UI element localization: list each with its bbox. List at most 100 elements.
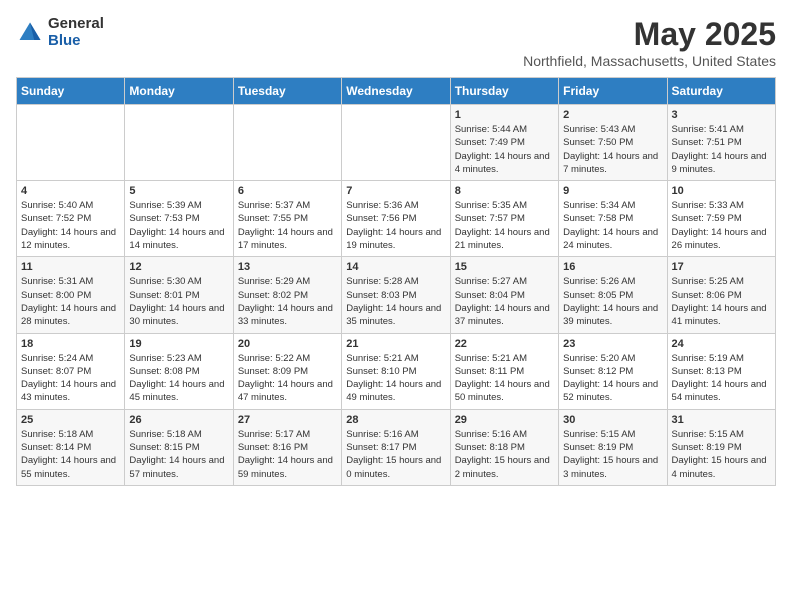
day-info: Sunrise: 5:35 AM Sunset: 7:57 PM Dayligh… xyxy=(455,199,554,252)
day-cell-22: 22Sunrise: 5:21 AM Sunset: 8:11 PM Dayli… xyxy=(450,333,558,409)
day-cell-5: 5 Sunrise: 5:39 AM Sunset: 7:53 PM Daylig… xyxy=(125,181,233,257)
day-info: Sunrise: 5:29 AM Sunset: 8:02 PM Dayligh… xyxy=(238,275,337,328)
day-cell-31: 31Sunrise: 5:15 AM Sunset: 8:19 PM Dayli… xyxy=(667,409,775,485)
day-number: 28 xyxy=(346,414,445,426)
day-cell-8: 8Sunrise: 5:35 AM Sunset: 7:57 PM Daylig… xyxy=(450,181,558,257)
day-cell-2: 2Sunrise: 5:43 AM Sunset: 7:50 PM Daylig… xyxy=(559,105,667,181)
day-number: 5 xyxy=(129,185,228,197)
day-info: Sunrise: 5:15 AM Sunset: 8:19 PM Dayligh… xyxy=(563,428,662,481)
day-info: Sunrise: 5:18 AM Sunset: 8:14 PM Dayligh… xyxy=(21,428,120,481)
day-cell-6: 6 Sunrise: 5:37 AM Sunset: 7:55 PM Daylig… xyxy=(233,181,341,257)
day-cell-23: 23 Sunrise: 5:20 AM Sunset: 8:12 PM Dayli… xyxy=(559,333,667,409)
day-number: 27 xyxy=(238,414,337,426)
weekday-header-tuesday: Tuesday xyxy=(233,78,341,105)
day-cell-30: 30 Sunrise: 5:15 AM Sunset: 8:19 PM Dayli… xyxy=(559,409,667,485)
logo-text: General Blue xyxy=(48,16,104,49)
day-info: Sunrise: 5:31 AM Sunset: 8:00 PM Dayligh… xyxy=(21,275,120,328)
location-text: Northfield, Massachusetts, United States xyxy=(523,53,776,69)
day-cell-16: 16 Sunrise: 5:26 AM Sunset: 8:05 PM Dayli… xyxy=(559,257,667,333)
weekday-header-sunday: Sunday xyxy=(17,78,125,105)
day-cell-27: 27 Sunrise: 5:17 AM Sunset: 8:16 PM Dayli… xyxy=(233,409,341,485)
day-info: Sunrise: 5:21 AM Sunset: 8:10 PM Dayligh… xyxy=(346,352,445,405)
day-info: Sunrise: 5:27 AM Sunset: 8:04 PM Dayligh… xyxy=(455,275,554,328)
day-info: Sunrise: 5:23 AM Sunset: 8:08 PM Dayligh… xyxy=(129,352,228,405)
empty-cell xyxy=(17,105,125,181)
day-cell-15: 15Sunrise: 5:27 AM Sunset: 8:04 PM Dayli… xyxy=(450,257,558,333)
day-number: 25 xyxy=(21,414,120,426)
day-number: 24 xyxy=(672,338,771,350)
day-cell-12: 12Sunrise: 5:30 AM Sunset: 8:01 PM Dayli… xyxy=(125,257,233,333)
week-row-4: 18 Sunrise: 5:24 AM Sunset: 8:07 PM Dayli… xyxy=(17,333,776,409)
day-number: 3 xyxy=(672,109,771,121)
day-cell-19: 19 Sunrise: 5:23 AM Sunset: 8:08 PM Dayli… xyxy=(125,333,233,409)
day-number: 23 xyxy=(563,338,662,350)
day-number: 9 xyxy=(563,185,662,197)
day-number: 30 xyxy=(563,414,662,426)
day-cell-11: 11 Sunrise: 5:31 AM Sunset: 8:00 PM Dayli… xyxy=(17,257,125,333)
day-info: Sunrise: 5:40 AM Sunset: 7:52 PM Dayligh… xyxy=(21,199,120,252)
day-info: Sunrise: 5:22 AM Sunset: 8:09 PM Dayligh… xyxy=(238,352,337,405)
day-cell-3: 3 Sunrise: 5:41 AM Sunset: 7:51 PM Daylig… xyxy=(667,105,775,181)
day-cell-29: 29Sunrise: 5:16 AM Sunset: 8:18 PM Dayli… xyxy=(450,409,558,485)
day-info: Sunrise: 5:15 AM Sunset: 8:19 PM Dayligh… xyxy=(672,428,771,481)
day-number: 18 xyxy=(21,338,120,350)
day-number: 19 xyxy=(129,338,228,350)
day-info: Sunrise: 5:26 AM Sunset: 8:05 PM Dayligh… xyxy=(563,275,662,328)
logo-general-text: General xyxy=(48,16,104,33)
day-number: 7 xyxy=(346,185,445,197)
month-title: May 2025 xyxy=(523,16,776,53)
day-info: Sunrise: 5:39 AM Sunset: 7:53 PM Dayligh… xyxy=(129,199,228,252)
day-info: Sunrise: 5:16 AM Sunset: 8:17 PM Dayligh… xyxy=(346,428,445,481)
week-row-2: 4Sunrise: 5:40 AM Sunset: 7:52 PM Daylig… xyxy=(17,181,776,257)
day-cell-21: 21 Sunrise: 5:21 AM Sunset: 8:10 PM Dayli… xyxy=(342,333,450,409)
day-info: Sunrise: 5:16 AM Sunset: 8:18 PM Dayligh… xyxy=(455,428,554,481)
day-info: Sunrise: 5:17 AM Sunset: 8:16 PM Dayligh… xyxy=(238,428,337,481)
day-number: 14 xyxy=(346,261,445,273)
day-number: 6 xyxy=(238,185,337,197)
page-header: General Blue May 2025 Northfield, Massac… xyxy=(16,16,776,69)
day-number: 20 xyxy=(238,338,337,350)
day-info: Sunrise: 5:19 AM Sunset: 8:13 PM Dayligh… xyxy=(672,352,771,405)
day-number: 17 xyxy=(672,261,771,273)
day-info: Sunrise: 5:28 AM Sunset: 8:03 PM Dayligh… xyxy=(346,275,445,328)
day-number: 26 xyxy=(129,414,228,426)
logo-blue-text: Blue xyxy=(48,33,104,50)
calendar-header: SundayMondayTuesdayWednesdayThursdayFrid… xyxy=(17,78,776,105)
weekday-header-saturday: Saturday xyxy=(667,78,775,105)
weekday-header-monday: Monday xyxy=(125,78,233,105)
day-cell-26: 26 Sunrise: 5:18 AM Sunset: 8:15 PM Dayli… xyxy=(125,409,233,485)
day-info: Sunrise: 5:25 AM Sunset: 8:06 PM Dayligh… xyxy=(672,275,771,328)
day-number: 11 xyxy=(21,261,120,273)
day-number: 12 xyxy=(129,261,228,273)
weekday-header-wednesday: Wednesday xyxy=(342,78,450,105)
day-cell-9: 9 Sunrise: 5:34 AM Sunset: 7:58 PM Daylig… xyxy=(559,181,667,257)
day-info: Sunrise: 5:24 AM Sunset: 8:07 PM Dayligh… xyxy=(21,352,120,405)
weekday-header-thursday: Thursday xyxy=(450,78,558,105)
day-number: 10 xyxy=(672,185,771,197)
day-cell-24: 24 Sunrise: 5:19 AM Sunset: 8:13 PM Dayli… xyxy=(667,333,775,409)
day-info: Sunrise: 5:37 AM Sunset: 7:55 PM Dayligh… xyxy=(238,199,337,252)
day-cell-28: 28 Sunrise: 5:16 AM Sunset: 8:17 PM Dayli… xyxy=(342,409,450,485)
empty-cell xyxy=(233,105,341,181)
day-cell-17: 17 Sunrise: 5:25 AM Sunset: 8:06 PM Dayli… xyxy=(667,257,775,333)
day-number: 22 xyxy=(455,338,554,350)
day-info: Sunrise: 5:18 AM Sunset: 8:15 PM Dayligh… xyxy=(129,428,228,481)
day-info: Sunrise: 5:36 AM Sunset: 7:56 PM Dayligh… xyxy=(346,199,445,252)
day-number: 1 xyxy=(455,109,554,121)
calendar-table: SundayMondayTuesdayWednesdayThursdayFrid… xyxy=(16,77,776,486)
empty-cell xyxy=(342,105,450,181)
day-number: 16 xyxy=(563,261,662,273)
day-cell-1: 1 Sunrise: 5:44 AM Sunset: 7:49 PM Daylig… xyxy=(450,105,558,181)
logo-icon xyxy=(16,19,44,47)
empty-cell xyxy=(125,105,233,181)
day-info: Sunrise: 5:20 AM Sunset: 8:12 PM Dayligh… xyxy=(563,352,662,405)
weekday-header-row: SundayMondayTuesdayWednesdayThursdayFrid… xyxy=(17,78,776,105)
day-cell-14: 14 Sunrise: 5:28 AM Sunset: 8:03 PM Dayli… xyxy=(342,257,450,333)
day-info: Sunrise: 5:44 AM Sunset: 7:49 PM Dayligh… xyxy=(455,123,554,176)
day-info: Sunrise: 5:41 AM Sunset: 7:51 PM Dayligh… xyxy=(672,123,771,176)
day-number: 21 xyxy=(346,338,445,350)
weekday-header-friday: Friday xyxy=(559,78,667,105)
logo: General Blue xyxy=(16,16,104,49)
day-info: Sunrise: 5:34 AM Sunset: 7:58 PM Dayligh… xyxy=(563,199,662,252)
calendar-body: 1 Sunrise: 5:44 AM Sunset: 7:49 PM Daylig… xyxy=(17,105,776,486)
